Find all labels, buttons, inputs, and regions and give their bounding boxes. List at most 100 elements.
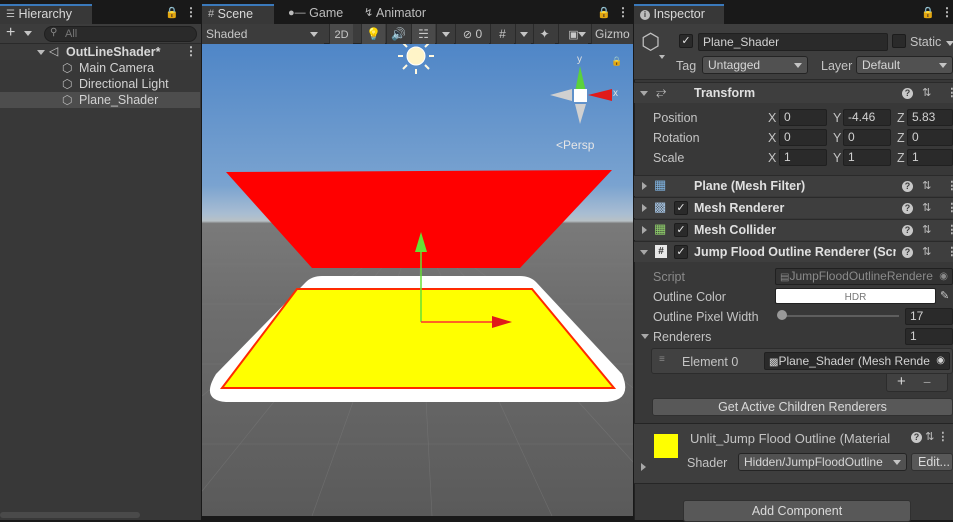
rotation-y-field[interactable]: 0: [843, 129, 891, 146]
create-plus-icon[interactable]: +: [6, 24, 15, 42]
hierarchy-item-directional-light[interactable]: ⬡ Directional Light: [0, 76, 200, 92]
mesh-filter-header[interactable]: ▦ Plane (Mesh Filter) ? ⇅ ⋮: [634, 175, 953, 196]
help-icon[interactable]: ?: [902, 246, 913, 258]
preset-icon[interactable]: ⇅: [922, 246, 937, 258]
rotation-x-field[interactable]: 0: [779, 129, 827, 146]
slider-thumb[interactable]: [777, 310, 787, 320]
list-remove-button[interactable]: −: [923, 374, 931, 390]
grid-dropdown[interactable]: [515, 24, 531, 44]
element-0-field[interactable]: ▩Plane_Shader (Mesh Rende ◉: [764, 352, 950, 370]
static-dropdown-arrow[interactable]: [946, 41, 953, 46]
create-dropdown-icon[interactable]: [24, 31, 32, 36]
position-y-field[interactable]: -4.46: [843, 109, 891, 126]
scene-more-icon[interactable]: ⋮: [185, 44, 197, 58]
effects-toggle-button[interactable]: ☵: [411, 24, 435, 44]
scale-z-field[interactable]: 1: [907, 149, 953, 166]
lock-icon[interactable]: 🔒: [165, 6, 179, 19]
tab-game[interactable]: ●— Game: [282, 4, 349, 24]
camera-dropdown[interactable]: [574, 24, 590, 44]
component-more-icon[interactable]: ⋮: [946, 224, 953, 236]
persp-toggle[interactable]: <Persp: [556, 138, 594, 152]
help-icon[interactable]: ?: [911, 431, 922, 443]
hierarchy-item-plane-shader[interactable]: ⬡ Plane_Shader: [0, 92, 200, 108]
mesh-renderer-title: Mesh Renderer: [694, 201, 785, 215]
tab-animator[interactable]: ↯ Animator: [358, 4, 432, 24]
audio-toggle-button[interactable]: 🔊: [386, 24, 410, 44]
hidden-objects-toggle[interactable]: ⊘ 0: [455, 24, 489, 44]
help-icon[interactable]: ?: [902, 87, 913, 99]
drag-handle-icon[interactable]: ≡: [659, 354, 665, 365]
shader-dropdown[interactable]: Hidden/JumpFloodOutline: [738, 453, 907, 471]
tab-scene[interactable]: # Scene: [202, 4, 274, 24]
scene-lock-icon[interactable]: 🔒: [597, 6, 611, 19]
gizmos-dropdown[interactable]: Gizmo: [591, 24, 633, 44]
scene-viewport[interactable]: y x 🔒 <Persp: [202, 44, 633, 516]
list-add-button[interactable]: +: [897, 374, 906, 390]
preset-icon[interactable]: ⇅: [922, 180, 937, 192]
outline-width-slider[interactable]: [777, 310, 899, 320]
hierarchy-item-main-camera[interactable]: ⬡ Main Camera: [0, 60, 200, 76]
mesh-renderer-enabled-checkbox[interactable]: ✓: [674, 201, 688, 215]
help-icon[interactable]: ?: [902, 224, 913, 236]
mesh-collider-header[interactable]: ▦ ✓ Mesh Collider ? ⇅ ⋮: [634, 219, 953, 240]
hierarchy-scene-row[interactable]: ◁ OutLineShader* ⋮: [0, 44, 201, 60]
grid-toggle-button[interactable]: #: [490, 24, 514, 44]
eyedropper-icon[interactable]: ✎: [940, 289, 949, 302]
hierarchy-search-input[interactable]: ⚲ All: [44, 26, 197, 42]
jump-flood-renderer-header[interactable]: # ✓ Jump Flood Outline Renderer (Scri ? …: [634, 241, 953, 262]
get-active-children-renderers-button[interactable]: Get Active Children Renderers: [652, 398, 953, 416]
mesh-renderer-header[interactable]: ▩ ✓ Mesh Renderer ? ⇅ ⋮: [634, 197, 953, 218]
hierarchy-bottom-scrollbar[interactable]: [0, 512, 140, 518]
renderers-count-field[interactable]: 1: [905, 328, 953, 345]
more-menu-icon[interactable]: ⋮: [185, 5, 197, 19]
object-picker-icon[interactable]: ◉: [936, 353, 945, 369]
preset-icon[interactable]: ⇅: [925, 431, 934, 443]
shading-mode-dropdown[interactable]: Shaded: [202, 24, 324, 44]
jump-flood-enabled-checkbox[interactable]: ✓: [674, 245, 688, 259]
outline-width-field[interactable]: 17: [905, 308, 953, 325]
component-more-icon[interactable]: ⋮: [946, 180, 953, 192]
component-more-icon[interactable]: ⋮: [946, 246, 953, 258]
static-checkbox[interactable]: [892, 34, 906, 48]
icon-dropdown-arrow[interactable]: [659, 55, 665, 59]
tag-dropdown[interactable]: Untagged: [702, 56, 808, 74]
transform-header[interactable]: ⥂ Transform ? ⇅ ⋮: [634, 82, 953, 103]
renderers-foldout-icon[interactable]: [641, 334, 649, 339]
outline-color-field[interactable]: HDR: [775, 288, 936, 304]
rotation-z-field[interactable]: 0: [907, 129, 953, 146]
object-name-field[interactable]: Plane_Shader: [698, 33, 888, 51]
material-swatch: [654, 434, 678, 458]
tab-hierarchy[interactable]: ☰ Hierarchy: [0, 4, 92, 24]
effects-dropdown[interactable]: [436, 24, 454, 44]
preset-icon[interactable]: ⇅: [922, 87, 937, 99]
inspector-more-icon[interactable]: ⋮: [941, 5, 953, 19]
gizmo-lock-icon[interactable]: 🔒: [611, 56, 622, 67]
layer-dropdown[interactable]: Default: [856, 56, 953, 74]
edit-shader-button[interactable]: Edit...: [911, 453, 953, 471]
lighting-toggle-button[interactable]: 💡: [361, 24, 385, 44]
scene-more-menu-icon[interactable]: ⋮: [617, 5, 629, 19]
scale-x-field[interactable]: 1: [779, 149, 827, 166]
position-z-field[interactable]: 5.83: [907, 109, 953, 126]
chevron-down-icon: [578, 32, 586, 38]
component-more-icon[interactable]: ⋮: [946, 87, 953, 99]
help-icon[interactable]: ?: [902, 180, 913, 192]
component-more-icon[interactable]: ⋮: [946, 202, 953, 214]
add-component-button[interactable]: Add Component: [683, 500, 911, 522]
preset-icon[interactable]: ⇅: [922, 224, 937, 236]
mesh-collider-enabled-checkbox[interactable]: ✓: [674, 223, 688, 237]
expand-arrow-icon[interactable]: [37, 50, 45, 55]
toggle-2d-button[interactable]: 2D: [329, 24, 353, 44]
tab-inspector[interactable]: i Inspector: [634, 4, 724, 24]
position-x-field[interactable]: 0: [779, 109, 827, 126]
rotation-z-axis: Z: [897, 131, 905, 145]
component-more-icon[interactable]: ⋮: [937, 431, 948, 443]
help-icon[interactable]: ?: [902, 202, 913, 214]
inspector-lock-icon[interactable]: 🔒: [921, 6, 935, 19]
material-foldout-icon[interactable]: [641, 463, 646, 471]
scale-y-field[interactable]: 1: [843, 149, 891, 166]
preset-icon[interactable]: ⇅: [922, 202, 937, 214]
mesh-filter-icon: ▦: [654, 177, 667, 192]
tools-button[interactable]: ✦: [533, 24, 555, 44]
object-active-checkbox[interactable]: ✓: [679, 34, 693, 48]
